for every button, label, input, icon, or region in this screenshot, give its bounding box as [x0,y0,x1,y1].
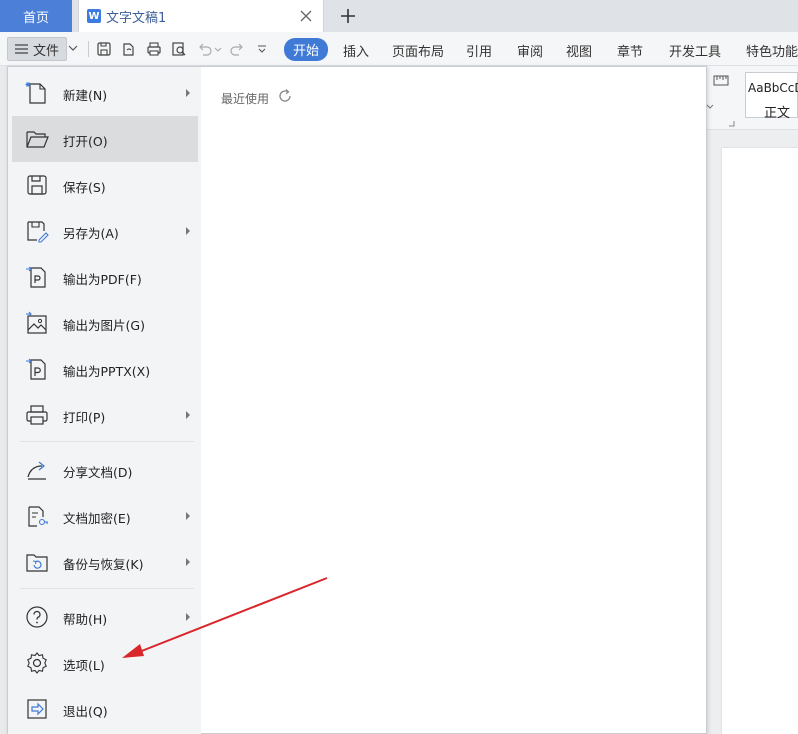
tab-view[interactable]: 视图 [566,41,592,60]
toolbar: 文件 开始 插入 页面布局 引用 审阅 视图 章节 开发工具 特色功能 [0,32,798,66]
backup-icon [26,554,48,572]
chevron-down-icon[interactable] [68,44,78,52]
menu-item-label: 帮助(H) [63,612,108,627]
menu-item-help[interactable]: 帮助(H) [12,594,198,640]
menu-item-encrypt[interactable]: 文档加密(E) [12,493,198,539]
menu-item-export-pptx[interactable]: 输出为PPTX(X) [12,346,198,392]
export-pptx-icon [26,358,46,380]
menu-item-export-image[interactable]: 输出为图片(G) [12,300,198,346]
menu-item-label: 输出为PPTX(X) [63,364,151,379]
style-sample: AaBbCcD [748,81,798,95]
menu-item-print[interactable]: 打印(P) [12,392,198,438]
style-normal[interactable]: AaBbCcD 正文 [745,72,798,121]
menu-item-exit[interactable]: 退出(Q) [12,686,198,732]
menu-item-label: 输出为图片(G) [63,318,145,333]
menu-item-label: 保存(S) [63,180,106,195]
menu-divider [20,441,194,442]
undo-dropdown-icon[interactable] [213,41,223,57]
help-icon [26,606,48,628]
menu-item-export-pdf[interactable]: 输出为PDF(F) [12,254,198,300]
refresh-icon[interactable] [277,88,293,104]
menu-item-label: 打开(O) [63,134,108,149]
menu-item-save[interactable]: 保存(S) [12,162,198,208]
menu-item-label: 新建(N) [63,88,108,103]
print-preview-icon[interactable] [171,41,187,57]
chevron-right-icon [186,89,190,97]
menu-divider [20,588,194,589]
tab-start[interactable]: 开始 [284,38,329,61]
menu-item-label: 分享文档(D) [63,465,133,480]
wps-writer-icon: W [87,9,101,23]
chevron-right-icon [186,613,190,621]
redo-icon[interactable] [229,41,245,57]
menu-item-label: 输出为PDF(F) [63,272,142,287]
menu-item-label: 打印(P) [63,410,106,425]
menu-item-label: 另存为(A) [63,226,119,241]
save-icon[interactable] [96,41,112,57]
tab-special-features[interactable]: 特色功能 [746,41,798,60]
save-icon [27,175,47,195]
chevron-right-icon [186,512,190,520]
exit-icon [27,699,47,719]
menu-item-save-as[interactable]: 另存为(A) [12,208,198,254]
encrypt-icon [28,506,48,527]
tab-home-label: 首页 [22,10,49,26]
chevron-down-icon[interactable] [706,104,714,110]
chevron-right-icon [186,411,190,419]
menu-item-backup[interactable]: 备份与恢复(K) [12,539,198,585]
chevron-right-icon [186,558,190,566]
file-menu-list: 新建(N) 打开(O) 保存(S) 另存为(A) 输出为PDF(F) 输出为图片… [8,67,201,734]
close-icon[interactable] [299,9,313,23]
export-image-icon [26,311,47,334]
tab-developer[interactable]: 开发工具 [669,41,721,60]
toolbar-separator [88,41,89,57]
dialog-launcher-icon[interactable] [728,120,735,127]
menu-item-share[interactable]: 分享文档(D) [12,447,198,493]
menu-item-options[interactable]: 选项(L) [12,640,198,686]
gear-icon [27,652,47,674]
share-icon [27,461,46,480]
recent-title: 最近使用 [221,92,270,106]
tab-insert[interactable]: 插入 [343,41,369,60]
document-page[interactable] [722,148,798,734]
tab-references[interactable]: 引用 [466,41,492,60]
menu-item-label: 文档加密(E) [63,511,131,526]
file-menu-button[interactable]: 文件 [7,37,67,61]
customize-toolbar-icon[interactable] [256,41,268,57]
tab-bar: 首页 W 文字文稿1 [0,0,798,32]
print-icon [26,405,48,425]
chevron-right-icon [186,227,190,235]
tab-page-layout[interactable]: 页面布局 [392,41,444,60]
menu-item-new[interactable]: 新建(N) [12,70,198,116]
print-icon[interactable] [146,41,162,57]
export-pdf-icon [26,266,46,288]
tab-review[interactable]: 审阅 [517,41,543,60]
plus-icon[interactable] [338,6,358,26]
new-file-icon [25,82,46,104]
tab-document-label: 文字文稿1 [106,10,167,26]
tab-document[interactable]: W 文字文稿1 [78,0,324,32]
menu-item-label: 退出(Q) [63,704,108,719]
undo-icon[interactable] [197,41,213,57]
ruler-icon[interactable] [713,74,729,88]
folder-open-icon [26,131,49,148]
export-pdf-icon[interactable] [121,41,137,57]
tab-home[interactable]: 首页 [0,0,72,32]
file-menu-label: 文件 [33,43,60,59]
menu-item-label: 备份与恢复(K) [63,557,144,572]
style-name: 正文 [764,106,791,121]
tab-chapter[interactable]: 章节 [617,41,643,60]
hamburger-icon [15,44,28,54]
menu-item-label: 选项(L) [63,658,105,673]
file-menu-panel: 新建(N) 打开(O) 保存(S) 另存为(A) 输出为PDF(F) 输出为图片… [7,66,707,734]
menu-item-open[interactable]: 打开(O) [12,116,198,162]
save-as-icon [27,221,49,243]
